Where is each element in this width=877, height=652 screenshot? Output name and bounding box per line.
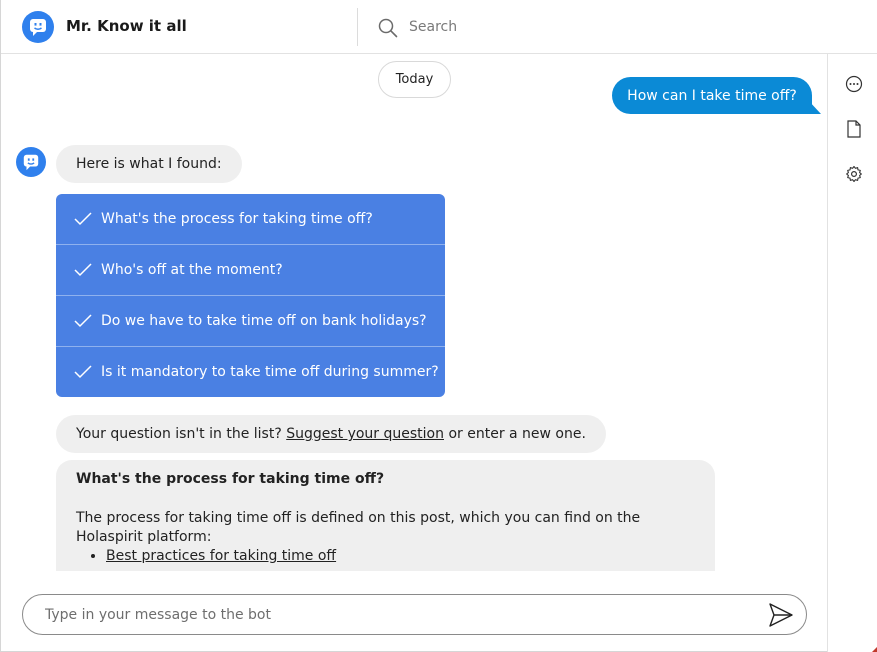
more-options-icon[interactable] bbox=[844, 74, 864, 94]
suggestion-item[interactable]: Is it mandatory to take time off during … bbox=[56, 347, 445, 397]
user-bubble-tail bbox=[808, 100, 821, 114]
answer-link-list: Best practices for taking time off bbox=[106, 547, 695, 566]
answer-title: What's the process for taking time off? bbox=[76, 471, 385, 487]
check-icon bbox=[74, 212, 92, 226]
check-icon bbox=[74, 365, 92, 379]
user-message-bubble: How can I take time off? bbox=[612, 77, 812, 114]
bot-message-bubble: Here is what I found: bbox=[56, 145, 242, 183]
suggestion-label: What's the process for taking time off? bbox=[101, 211, 373, 227]
chat-thread[interactable]: Today How can I take time off? Here is w… bbox=[2, 55, 827, 571]
bot-logo-icon bbox=[22, 11, 54, 43]
suggestion-label: Who's off at the moment? bbox=[101, 262, 283, 278]
search-input[interactable] bbox=[409, 14, 849, 40]
send-icon[interactable] bbox=[767, 601, 795, 629]
header-divider bbox=[357, 8, 358, 46]
suggestion-list: What's the process for taking time off? … bbox=[56, 194, 445, 397]
settings-icon[interactable] bbox=[844, 164, 864, 184]
suggestion-item[interactable]: Who's off at the moment? bbox=[56, 245, 445, 296]
header: Mr. Know it all bbox=[1, 0, 877, 54]
check-icon bbox=[74, 263, 92, 277]
message-input[interactable] bbox=[45, 603, 745, 627]
list-item: Best practices for taking time off bbox=[106, 547, 695, 566]
chat-window: Mr. Know it all Today How can I take tim… bbox=[0, 0, 877, 652]
date-divider: Today bbox=[378, 61, 451, 98]
bot-avatar-icon bbox=[16, 147, 46, 177]
right-rail bbox=[827, 54, 877, 652]
suggestion-item[interactable]: Do we have to take time off on bank holi… bbox=[56, 296, 445, 347]
suggest-question-link[interactable]: Suggest your question bbox=[286, 426, 444, 442]
suggestion-label: Is it mandatory to take time off during … bbox=[101, 364, 439, 380]
not-listed-bubble: Your question isn't in the list? Suggest… bbox=[56, 415, 606, 453]
answer-card: What's the process for taking time off? … bbox=[56, 460, 715, 571]
not-listed-prefix: Your question isn't in the list? bbox=[76, 426, 282, 442]
check-icon bbox=[74, 314, 92, 328]
corner-mark bbox=[872, 646, 877, 652]
suggestion-label: Do we have to take time off on bank holi… bbox=[101, 313, 427, 329]
document-icon[interactable] bbox=[844, 119, 864, 139]
suggestion-item[interactable]: What's the process for taking time off? bbox=[56, 194, 445, 245]
app-title: Mr. Know it all bbox=[66, 17, 187, 35]
message-composer bbox=[22, 594, 807, 635]
answer-link[interactable]: Best practices for taking time off bbox=[106, 548, 336, 564]
not-listed-suffix: or enter a new one. bbox=[448, 426, 586, 442]
answer-body: The process for taking time off is defin… bbox=[76, 510, 641, 545]
search-icon[interactable] bbox=[377, 17, 399, 39]
